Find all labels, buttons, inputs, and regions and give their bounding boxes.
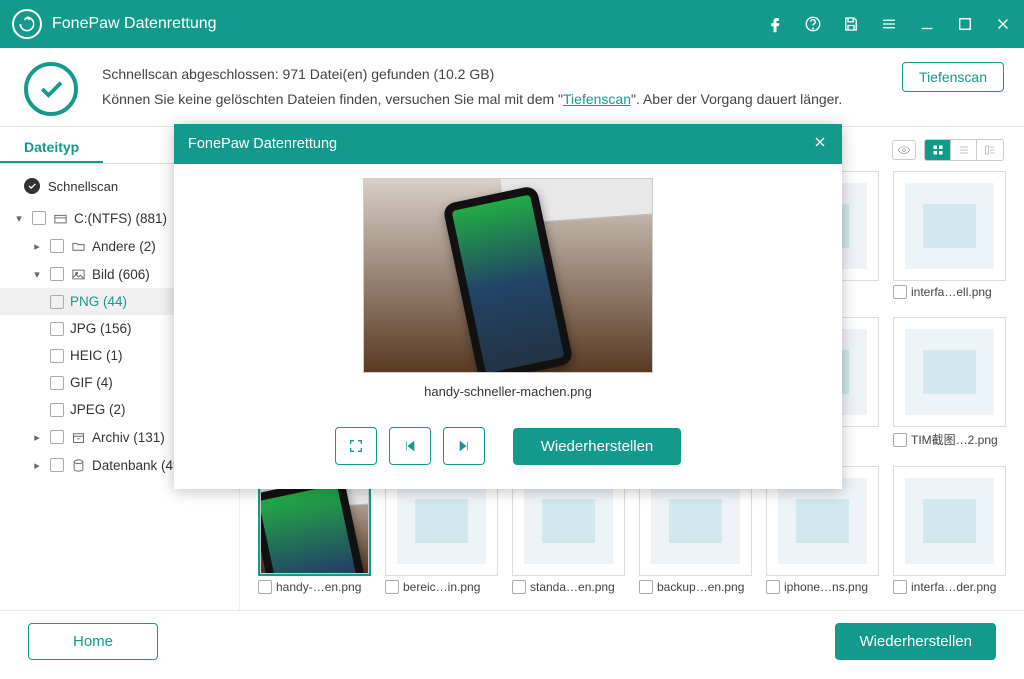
- quickscan-label: Schnellscan: [48, 179, 118, 194]
- chevron-down-icon: ▾: [30, 268, 44, 281]
- status-line1: Schnellscan abgeschlossen: 971 Datei(en)…: [102, 62, 902, 87]
- preview-filename: handy-schneller-machen.png: [204, 384, 812, 399]
- view-list[interactable]: [951, 140, 977, 160]
- checkbox[interactable]: [32, 211, 46, 225]
- folder-icon: [70, 238, 86, 254]
- checkbox[interactable]: [512, 580, 526, 594]
- status-line2b: ". Aber der Vorgang dauert länger.: [631, 91, 842, 107]
- chevron-right-icon: ▸: [30, 240, 44, 253]
- save-icon[interactable]: [842, 15, 860, 33]
- tab-filetype[interactable]: Dateityp: [0, 131, 103, 163]
- minimize-icon[interactable]: [918, 15, 936, 33]
- modal-title: FonePaw Datenrettung: [188, 136, 337, 152]
- checkbox[interactable]: [50, 458, 64, 472]
- deep-scan-button[interactable]: Tiefenscan: [902, 62, 1004, 92]
- preview-toggle[interactable]: [892, 140, 916, 160]
- checkbox[interactable]: [258, 580, 272, 594]
- menu-icon[interactable]: [880, 15, 898, 33]
- checkbox[interactable]: [893, 580, 907, 594]
- app-title: FonePaw Datenrettung: [52, 15, 217, 33]
- view-grid[interactable]: [925, 140, 951, 160]
- chevron-right-icon: ▸: [30, 431, 44, 444]
- checkbox[interactable]: [50, 403, 64, 417]
- help-icon[interactable]: [804, 15, 822, 33]
- next-button[interactable]: [443, 427, 485, 465]
- modal-close-icon[interactable]: [812, 134, 828, 154]
- grid-card[interactable]: interfa…ell.png: [893, 171, 1006, 299]
- database-icon: [70, 457, 86, 473]
- fullscreen-button[interactable]: [335, 427, 377, 465]
- checkbox[interactable]: [385, 580, 399, 594]
- image-icon: [70, 266, 86, 282]
- view-detail[interactable]: [977, 140, 1003, 160]
- grid-card[interactable]: TIM截图…2.png: [893, 317, 1006, 448]
- maximize-icon[interactable]: [956, 15, 974, 33]
- checkbox[interactable]: [639, 580, 653, 594]
- scan-complete-icon: [24, 62, 78, 116]
- recover-button[interactable]: Wiederherstellen: [835, 623, 996, 660]
- drive-icon: [52, 210, 68, 226]
- checkbox[interactable]: [50, 239, 64, 253]
- title-bar: FonePaw Datenrettung: [0, 0, 1024, 48]
- chevron-down-icon: ▾: [12, 212, 26, 225]
- checkbox[interactable]: [50, 267, 64, 281]
- checkbox[interactable]: [50, 322, 64, 336]
- checkbox[interactable]: [50, 295, 64, 309]
- close-icon[interactable]: [994, 15, 1012, 33]
- status-panel: Schnellscan abgeschlossen: 971 Datei(en)…: [0, 48, 1024, 127]
- facebook-icon[interactable]: [766, 15, 784, 33]
- checkbox[interactable]: [50, 376, 64, 390]
- view-mode-group: [924, 139, 1004, 161]
- prev-button[interactable]: [389, 427, 431, 465]
- checkbox[interactable]: [50, 349, 64, 363]
- app-logo: [12, 9, 42, 39]
- checkbox[interactable]: [766, 580, 780, 594]
- footer: Home Wiederherstellen: [0, 610, 1024, 672]
- archive-icon: [70, 429, 86, 445]
- checkbox[interactable]: [893, 433, 907, 447]
- grid-card[interactable]: interfa…der.png: [893, 466, 1006, 594]
- modal-recover-button[interactable]: Wiederherstellen: [513, 428, 682, 465]
- status-text: Schnellscan abgeschlossen: 971 Datei(en)…: [102, 62, 902, 112]
- checkbox[interactable]: [50, 430, 64, 444]
- preview-modal: FonePaw Datenrettung handy-schneller-mac…: [174, 124, 842, 489]
- home-button[interactable]: Home: [28, 623, 158, 660]
- check-circle-icon: [24, 178, 40, 194]
- status-line2a: Können Sie keine gelöschten Dateien find…: [102, 91, 563, 107]
- chevron-right-icon: ▸: [30, 459, 44, 472]
- checkbox[interactable]: [893, 285, 907, 299]
- preview-image: [363, 178, 653, 373]
- deep-scan-link[interactable]: Tiefenscan: [563, 91, 631, 107]
